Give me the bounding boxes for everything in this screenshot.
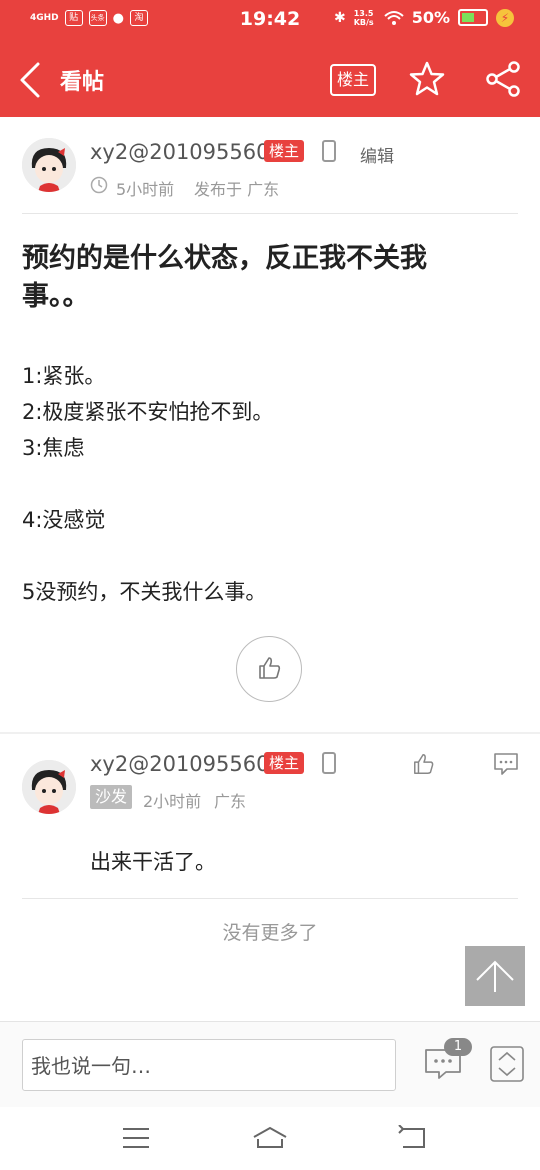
post-title: 预约的是什么状态，反正我不关我事。。 [22,243,427,312]
mobile-device-icon [322,140,336,162]
owner-tag: 楼主 [264,140,305,162]
status-bar: 4GHD 贴 头条 ● 淘 19:42 ✱ 13.5 KB/s 50% ⚡ [0,0,540,42]
home-icon[interactable] [252,1125,288,1149]
avatar-image [22,138,76,192]
reply-comment-icon[interactable] [493,752,519,776]
post-time: 5小时前 [116,180,175,199]
page-title: 看帖 [60,70,105,95]
reply-like-icon[interactable] [412,752,436,776]
reply-time: 2小时前 [143,792,202,811]
scroll-to-top-button[interactable] [465,946,525,1006]
comment-count-badge: 1 [444,1038,472,1056]
net-speed: 13.5 KB/s [353,8,374,27]
page-jump-icon[interactable] [490,1046,524,1082]
reply-avatar[interactable] [22,760,76,814]
menu-icon[interactable] [122,1127,150,1149]
thumbs-up-icon [259,657,281,679]
reply-content: 出来干活了。 [90,850,216,874]
divider [22,898,518,899]
back-arrow-icon[interactable] [14,60,50,100]
edit-link[interactable]: 编辑 [360,142,394,167]
arrow-up-icon [476,960,514,992]
charging-icon: ⚡ [496,8,514,27]
no-more-text: 没有更多了 [222,922,318,944]
status-right: ✱ 13.5 KB/s 50% ⚡ [334,8,514,27]
nav-bar: 看帖 楼主 [0,42,540,117]
bluetooth-icon: ✱ [333,9,346,26]
reply-author-name[interactable]: xy2@201095560 [90,752,269,776]
back-icon[interactable] [398,1125,426,1149]
post-location: 发布于 广东 [194,180,280,199]
battery-icon [458,9,488,26]
reply-input[interactable]: 我也说一句… [22,1039,396,1091]
favorite-star-icon[interactable] [408,60,446,98]
share-icon[interactable] [484,60,522,98]
clock-icon [90,176,108,194]
like-button[interactable] [236,636,302,702]
floor-tag: 沙发 [90,785,133,809]
wifi-icon [384,10,404,25]
avatar-image [22,760,76,814]
mobile-device-icon [322,752,336,774]
post-body: 1:紧张。 2:极度紧张不安怕抢不到。 3:焦虑 4:没感觉 5没预约，不关我什… [22,364,274,604]
only-owner-button[interactable]: 楼主 [330,64,376,96]
section-divider [0,732,540,734]
reply-owner-tag: 楼主 [264,752,305,774]
system-nav-bar [0,1107,540,1170]
avatar[interactable] [22,138,76,192]
divider [22,213,518,214]
reply-location: 广东 [214,792,247,811]
post-author-name[interactable]: xy2@201095560 [90,140,269,164]
header: 4GHD 贴 头条 ● 淘 19:42 ✱ 13.5 KB/s 50% ⚡ 看帖… [0,0,540,117]
reply-bar: 我也说一句… 1 [0,1021,540,1108]
battery-percent: 50% [411,8,450,27]
